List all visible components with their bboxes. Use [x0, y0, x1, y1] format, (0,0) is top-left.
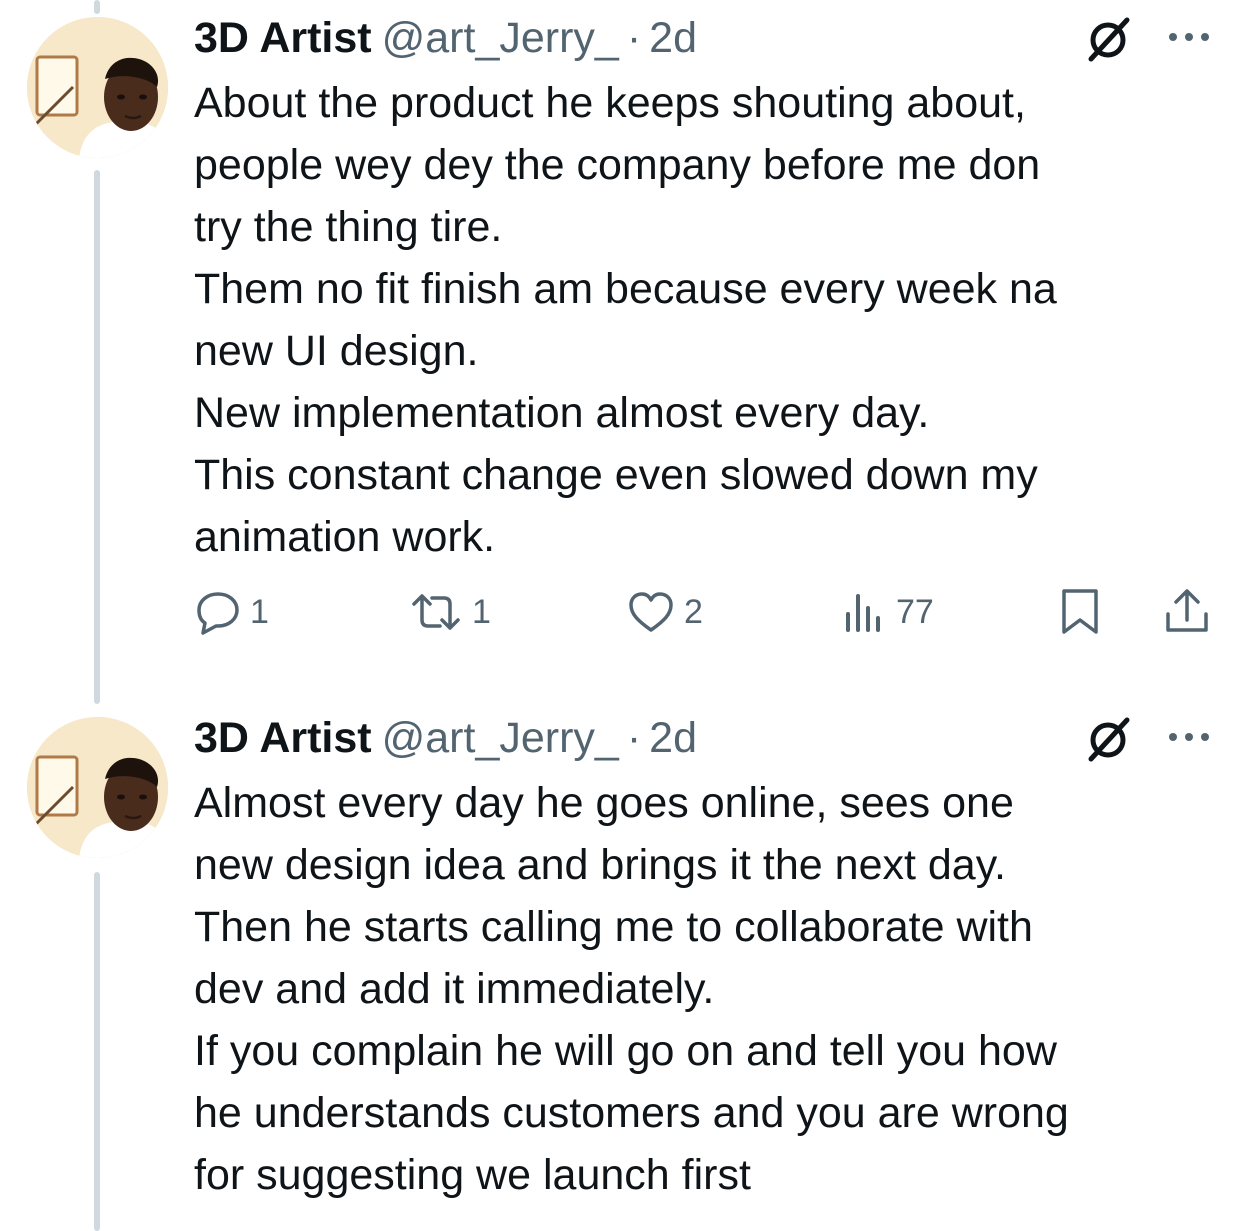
author-name[interactable]: 3D Artist: [194, 14, 372, 62]
like-button[interactable]: 2: [626, 582, 703, 642]
author-handle[interactable]: @art_Jerry_: [382, 14, 619, 62]
grok-icon[interactable]: [1085, 715, 1133, 763]
share-icon: [1162, 586, 1212, 638]
tweet-header: 3D Artist @art_Jerry_ · 2d: [194, 14, 697, 62]
reply-button[interactable]: 1: [194, 582, 269, 642]
tweet[interactable]: 3D Artist @art_Jerry_ · 2d About the pro…: [0, 0, 1242, 700]
timestamp[interactable]: 2d: [649, 14, 697, 62]
action-bar: 1 1 2 77: [0, 582, 1242, 642]
author-name[interactable]: 3D Artist: [194, 714, 372, 762]
bookmark-button[interactable]: [1058, 582, 1102, 642]
more-icon[interactable]: [1166, 27, 1212, 47]
separator-dot: ·: [626, 714, 642, 762]
tweet-text: Almost every day he goes online, sees on…: [194, 779, 1069, 1199]
like-count: 2: [684, 592, 703, 631]
views-button[interactable]: 77: [842, 582, 934, 642]
reply-count: 1: [250, 592, 269, 631]
tweet-header: 3D Artist @art_Jerry_ · 2d: [194, 714, 697, 762]
heart-icon: [626, 588, 676, 636]
views-count: 77: [896, 592, 934, 631]
reply-icon: [194, 588, 242, 636]
author-handle[interactable]: @art_Jerry_: [382, 714, 619, 762]
tweet-text: About the product he keeps shouting abou…: [194, 79, 1057, 561]
tweet[interactable]: 3D Artist @art_Jerry_ · 2d Almost every …: [0, 700, 1242, 1231]
repost-icon: [408, 588, 464, 636]
grok-icon[interactable]: [1085, 15, 1133, 63]
separator-dot: ·: [626, 14, 642, 62]
repost-count: 1: [472, 592, 491, 631]
views-icon: [842, 588, 888, 636]
avatar[interactable]: [27, 17, 168, 158]
share-button[interactable]: [1162, 582, 1212, 642]
bookmark-icon: [1058, 586, 1102, 638]
more-icon[interactable]: [1166, 727, 1212, 747]
avatar[interactable]: [27, 717, 168, 858]
timestamp[interactable]: 2d: [649, 714, 697, 762]
repost-button[interactable]: 1: [408, 582, 491, 642]
